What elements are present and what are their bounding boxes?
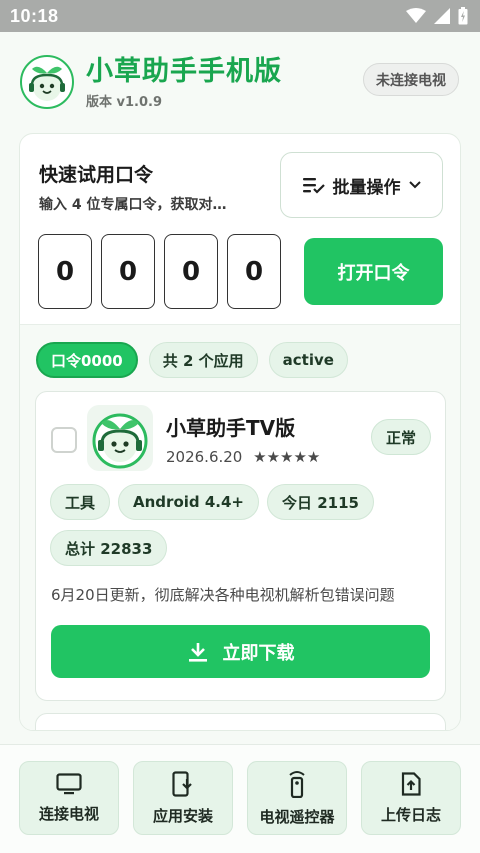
- nav-tv-remote-label: 电视遥控器: [259, 807, 335, 826]
- nav-install-app-button[interactable]: 应用安装: [133, 761, 233, 835]
- app-date: 2026.6.20: [166, 448, 243, 466]
- app-list-area[interactable]: 口令0000 共 2 个应用 active 小草助手TV版 2026.6.20 …: [20, 325, 460, 730]
- app-tags: 工具 Android 4.4+ 今日 2115 总计 22833: [50, 484, 440, 566]
- nav-tv-remote-button[interactable]: 电视遥控器: [247, 761, 347, 835]
- app-select-checkbox[interactable]: [51, 427, 77, 453]
- quick-code-subtitle: 输入 4 位专属口令，获取对…: [39, 197, 227, 213]
- chip-state: active: [268, 342, 348, 378]
- app-card: 小草助手TV版 2026.6.20 ★★★★★ 正常 工具 Android 4.…: [35, 391, 446, 701]
- tag-total-downloads: 总计 22833: [50, 530, 168, 566]
- app-description: 6月20日更新，彻底解决各种电视机解析包错误问题: [51, 586, 395, 604]
- app-version: 版本 v1.0.9: [86, 94, 163, 110]
- app-header: 小草助手手机版 版本 v1.0.9 未连接电视: [0, 32, 480, 132]
- code-input-row: 0 0 0 0: [38, 234, 281, 309]
- tag-today-downloads: 今日 2115: [267, 484, 374, 520]
- chevron-down-icon: [408, 181, 421, 189]
- tag-category: 工具: [50, 484, 111, 520]
- remote-icon: [289, 770, 305, 798]
- filter-chips: 口令0000 共 2 个应用 active: [36, 342, 348, 378]
- wifi-icon: [406, 8, 426, 23]
- app-status-badge: 正常: [370, 419, 431, 455]
- nav-install-app-label: 应用安装: [152, 806, 213, 825]
- chip-active-code[interactable]: 口令0000: [36, 342, 138, 378]
- download-icon: [188, 642, 207, 662]
- app-title: 小草助手手机版: [86, 55, 282, 87]
- batch-operation-label: 批量操作: [332, 177, 401, 198]
- status-bar: 10:18: [0, 0, 480, 32]
- nav-connect-tv-button[interactable]: 连接电视: [19, 761, 119, 835]
- tag-android-version: Android 4.4+: [118, 484, 259, 520]
- nav-upload-log-button[interactable]: 上传日志: [361, 761, 461, 835]
- signal-icon: [434, 8, 450, 24]
- bottom-nav: 连接电视 应用安装 电视遥控器 上传日志: [0, 744, 480, 853]
- download-label: 立即下载: [222, 642, 295, 664]
- install-icon: [172, 770, 192, 797]
- app-logo: [20, 55, 74, 109]
- app-card: [35, 713, 446, 730]
- status-icons: [406, 7, 468, 25]
- chip-app-count: 共 2 个应用: [148, 342, 258, 378]
- battery-icon: [458, 7, 468, 25]
- app-rating-stars: ★★★★★: [253, 448, 321, 466]
- main-card: 快速试用口令 输入 4 位专属口令，获取对… 批量操作 0 0 0 0 打开口令…: [19, 133, 461, 731]
- batch-list-icon: [302, 178, 325, 194]
- open-code-button[interactable]: 打开口令: [304, 238, 443, 305]
- status-time: 10:18: [10, 5, 59, 26]
- connection-status-badge[interactable]: 未连接电视: [363, 63, 459, 96]
- app-icon: [87, 405, 153, 471]
- code-digit-2[interactable]: 0: [101, 234, 155, 309]
- download-button[interactable]: 立即下载: [51, 625, 430, 678]
- code-digit-3[interactable]: 0: [164, 234, 218, 309]
- app-meta: 2026.6.20 ★★★★★: [166, 448, 320, 466]
- batch-operation-button[interactable]: 批量操作: [280, 152, 443, 218]
- code-digit-4[interactable]: 0: [227, 234, 281, 309]
- code-digit-1[interactable]: 0: [38, 234, 92, 309]
- nav-upload-log-label: 上传日志: [380, 805, 441, 824]
- tv-icon: [56, 772, 82, 794]
- nav-connect-tv-label: 连接电视: [38, 804, 99, 823]
- app-name: 小草助手TV版: [166, 416, 296, 440]
- upload-icon: [401, 771, 421, 796]
- quick-code-title: 快速试用口令: [39, 164, 154, 186]
